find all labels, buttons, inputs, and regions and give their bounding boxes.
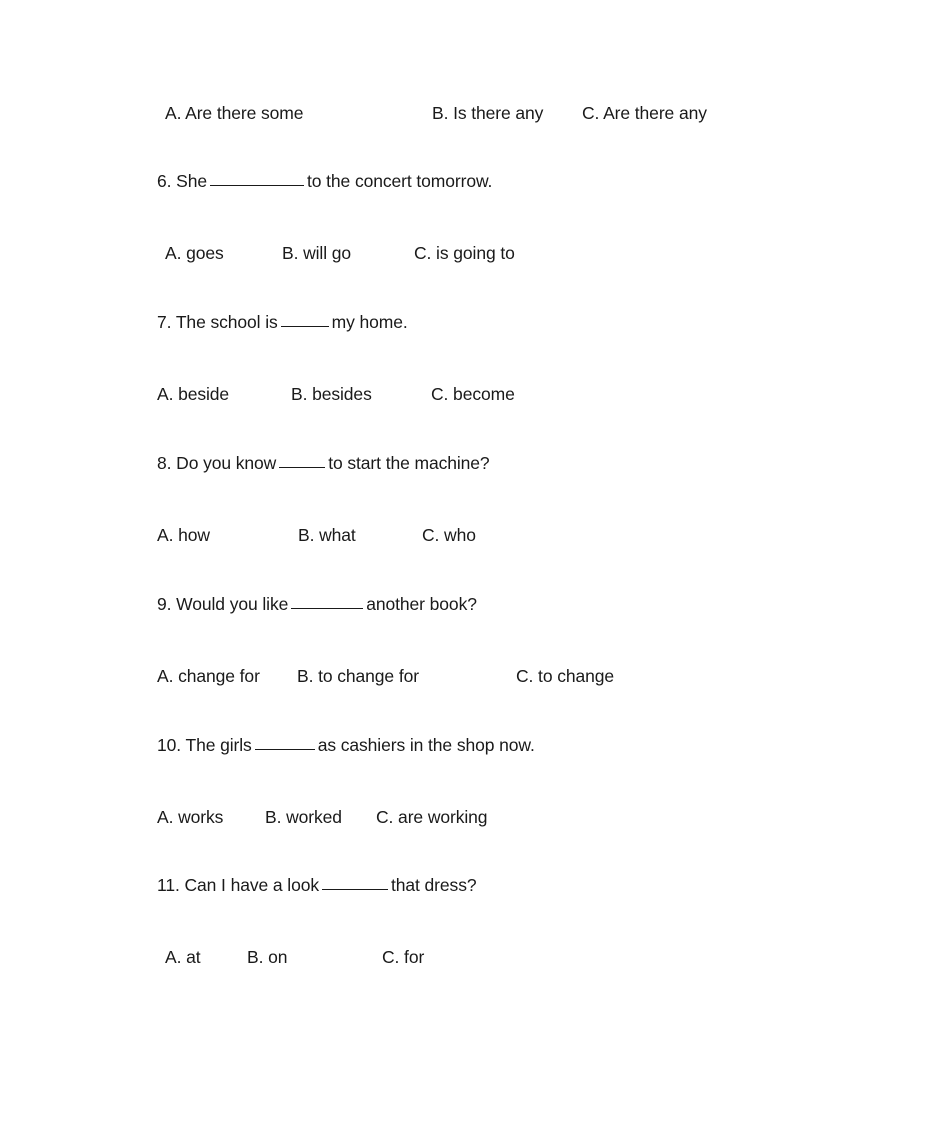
option-choice[interactable]: B. Is there any bbox=[432, 102, 543, 124]
question-stem: 9. Would you like another book? bbox=[157, 593, 477, 615]
question-stem-after-blank: my home. bbox=[331, 312, 408, 332]
question-stem-before-blank: 11. Can I have a look bbox=[157, 875, 319, 895]
option-choice[interactable]: C. become bbox=[431, 383, 515, 405]
option-choice[interactable]: A. works bbox=[157, 806, 223, 828]
question-stem-before-blank: 7. The school is bbox=[157, 312, 278, 332]
option-choice[interactable]: C. Are there any bbox=[582, 102, 707, 124]
option-choice[interactable]: A. beside bbox=[157, 383, 229, 405]
question-stem-after-blank: to the concert tomorrow. bbox=[307, 171, 493, 191]
option-choice[interactable]: B. will go bbox=[282, 242, 351, 264]
option-choice[interactable]: C. who bbox=[422, 524, 476, 546]
option-choice[interactable]: A. how bbox=[157, 524, 210, 546]
question-stem-before-blank: 8. Do you know bbox=[157, 453, 277, 473]
worksheet-page: A. Are there some B. Is there any C. Are t… bbox=[0, 0, 945, 1123]
question-stem-before-blank: 9. Would you like bbox=[157, 594, 289, 614]
option-choice[interactable]: B. on bbox=[247, 946, 287, 968]
answer-blank[interactable] bbox=[322, 874, 388, 890]
option-choice[interactable]: A. at bbox=[165, 946, 201, 968]
option-choice[interactable]: B. to change for bbox=[297, 665, 419, 687]
option-choice[interactable]: B. besides bbox=[291, 383, 372, 405]
question-stem: 11. Can I have a look that dress? bbox=[157, 874, 477, 896]
option-choice[interactable]: A. change for bbox=[157, 665, 260, 687]
answer-blank[interactable] bbox=[280, 311, 329, 327]
answer-blank[interactable] bbox=[279, 452, 326, 468]
option-choice[interactable]: A. goes bbox=[165, 242, 224, 264]
option-choice[interactable]: C. is going to bbox=[414, 242, 515, 264]
question-stem: 6. She to the concert tomorrow. bbox=[157, 170, 492, 192]
question-stem-after-blank: as cashiers in the shop now. bbox=[317, 735, 535, 755]
question-stem-after-blank: that dress? bbox=[391, 875, 477, 895]
question-stem-after-blank: to start the machine? bbox=[328, 453, 490, 473]
question-stem-after-blank: another book? bbox=[366, 594, 477, 614]
option-choice[interactable]: C. to change bbox=[516, 665, 614, 687]
option-choice[interactable]: B. what bbox=[298, 524, 356, 546]
answer-blank[interactable] bbox=[210, 170, 304, 186]
question-stem-before-blank: 6. She bbox=[157, 171, 207, 191]
question-stem: 8. Do you know to start the machine? bbox=[157, 452, 490, 474]
question-stem: 10. The girls as cashiers in the shop now… bbox=[157, 734, 535, 756]
option-choice[interactable]: C. for bbox=[382, 946, 424, 968]
option-choice[interactable]: C. are working bbox=[376, 806, 488, 828]
answer-blank[interactable] bbox=[254, 734, 315, 750]
question-stem: 7. The school is my home. bbox=[157, 311, 408, 333]
option-choice[interactable]: B. worked bbox=[265, 806, 342, 828]
question-stem-before-blank: 10. The girls bbox=[157, 735, 252, 755]
answer-blank[interactable] bbox=[291, 593, 364, 609]
option-choice[interactable]: A. Are there some bbox=[165, 102, 303, 124]
